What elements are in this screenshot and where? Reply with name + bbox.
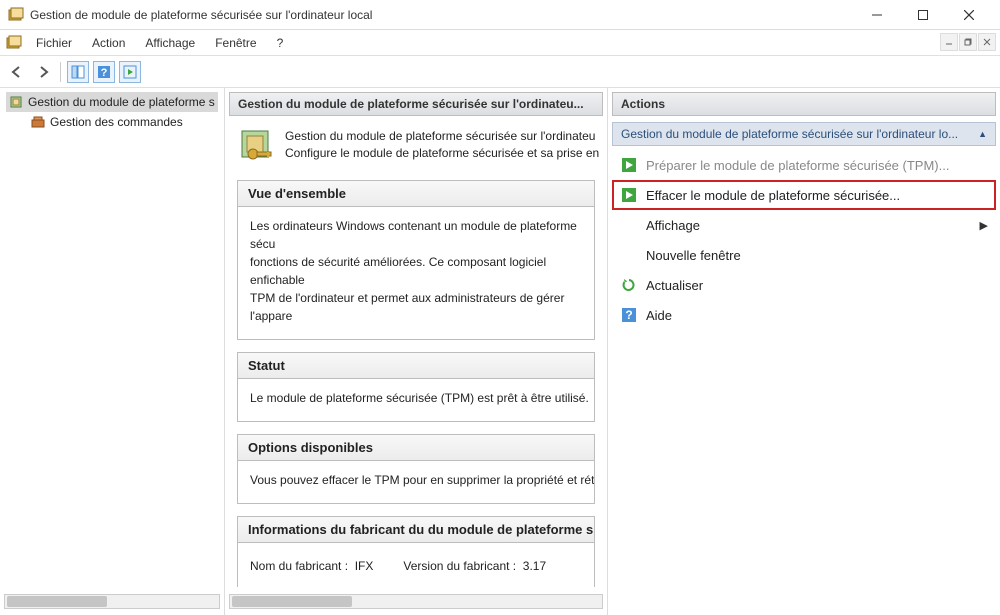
action-pane-button[interactable]: [119, 61, 141, 83]
action-clear-label: Effacer le module de plateforme sécurisé…: [646, 188, 900, 203]
intro-block: Gestion du module de plateforme sécurisé…: [229, 118, 603, 180]
action-newwindow-label: Nouvelle fenêtre: [646, 248, 741, 263]
section-overview-body: Les ordinateurs Windows contenant un mod…: [238, 207, 594, 339]
svg-text:?: ?: [625, 308, 632, 322]
tree-child-command-mgmt[interactable]: Gestion des commandes: [6, 112, 218, 132]
blank-icon: [620, 246, 638, 264]
action-prepare-label: Préparer le module de plateforme sécuris…: [646, 158, 949, 173]
actions-group-label: Gestion du module de plateforme sécurisé…: [621, 127, 958, 141]
vendor-version-label: Version du fabricant :: [403, 559, 516, 573]
help-icon: ?: [620, 306, 638, 324]
back-button[interactable]: [6, 61, 28, 83]
blank-icon: [620, 216, 638, 234]
vendor-name-label: Nom du fabricant :: [250, 559, 348, 573]
tree-root-tpm-management[interactable]: Gestion du module de plateforme s: [6, 92, 218, 112]
collapse-icon: ▲: [978, 129, 987, 139]
action-view-label: Affichage: [646, 218, 700, 233]
detail-pane: Gestion du module de plateforme sécurisé…: [225, 88, 608, 615]
section-status-title: Statut: [238, 353, 594, 379]
action-view-submenu[interactable]: Affichage ▶: [612, 210, 996, 240]
mdi-controls: [940, 33, 996, 51]
toolbox-icon: [30, 114, 46, 130]
mdi-restore-button[interactable]: [959, 33, 977, 51]
action-refresh[interactable]: Actualiser: [612, 270, 996, 300]
app-icon: [8, 7, 24, 23]
refresh-icon: [620, 276, 638, 294]
window-title: Gestion de module de plateforme sécurisé…: [30, 8, 854, 22]
action-refresh-label: Actualiser: [646, 278, 703, 293]
svg-text:?: ?: [101, 67, 108, 79]
menu-view[interactable]: Affichage: [135, 32, 205, 54]
action-help[interactable]: ? Aide: [612, 300, 996, 330]
maximize-button[interactable]: [900, 0, 946, 30]
section-status: Statut Le module de plateforme sécurisée…: [237, 352, 595, 422]
section-overview: Vue d'ensemble Les ordinateurs Windows c…: [237, 180, 595, 340]
main-area: Gestion du module de plateforme s Gestio…: [0, 88, 1000, 615]
center-scrollbar[interactable]: [229, 594, 603, 609]
tree-view[interactable]: Gestion du module de plateforme s Gestio…: [0, 88, 224, 136]
section-vendor-title: Informations du fabricant du du module d…: [238, 517, 594, 543]
toolbar-separator: [60, 62, 61, 82]
tpm-chip-key-icon: [239, 128, 275, 164]
minimize-button[interactable]: [854, 0, 900, 30]
section-overview-title: Vue d'ensemble: [238, 181, 594, 207]
section-options-title: Options disponibles: [238, 435, 594, 461]
detail-header: Gestion du module de plateforme sécurisé…: [229, 92, 603, 116]
menu-window[interactable]: Fenêtre: [205, 32, 266, 54]
action-clear-tpm[interactable]: Effacer le module de plateforme sécurisé…: [612, 180, 996, 210]
console-tree-pane: Gestion du module de plateforme s Gestio…: [0, 88, 225, 615]
menu-action[interactable]: Action: [82, 32, 135, 54]
console-tree-button[interactable]: [67, 61, 89, 83]
menu-help[interactable]: ?: [267, 32, 294, 54]
actions-header: Actions: [612, 92, 996, 116]
chip-icon: [8, 94, 24, 110]
mdi-close-button[interactable]: [978, 33, 996, 51]
tree-root-label: Gestion du module de plateforme s: [28, 95, 215, 109]
intro-line1: Gestion du module de plateforme sécurisé…: [285, 128, 599, 145]
action-prepare-tpm[interactable]: Préparer le module de plateforme sécuris…: [612, 150, 996, 180]
actions-pane: Actions Gestion du module de plateforme …: [608, 88, 1000, 615]
vendor-name-value: IFX: [355, 559, 374, 573]
intro-line2: Configure le module de plateforme sécuri…: [285, 145, 599, 162]
vendor-version-value: 3.17: [523, 559, 546, 573]
forward-button[interactable]: [32, 61, 54, 83]
action-help-label: Aide: [646, 308, 672, 323]
actions-group-header[interactable]: Gestion du module de plateforme sécurisé…: [612, 122, 996, 146]
help-button[interactable]: ?: [93, 61, 115, 83]
section-options-body: Vous pouvez effacer le TPM pour en suppr…: [238, 461, 594, 503]
arrow-right-green-icon: [620, 186, 638, 204]
tree-child-label: Gestion des commandes: [50, 115, 183, 129]
window-controls: [854, 0, 992, 30]
section-status-body: Le module de plateforme sécurisée (TPM) …: [238, 379, 594, 421]
menu-bar: Fichier Action Affichage Fenêtre ?: [0, 30, 1000, 56]
arrow-right-green-icon: [620, 156, 638, 174]
action-new-window[interactable]: Nouvelle fenêtre: [612, 240, 996, 270]
title-bar: Gestion de module de plateforme sécurisé…: [0, 0, 1000, 30]
submenu-arrow-icon: ▶: [980, 219, 988, 232]
left-scrollbar[interactable]: [4, 594, 220, 609]
close-button[interactable]: [946, 0, 992, 30]
mdi-minimize-button[interactable]: [940, 33, 958, 51]
menu-app-icon: [6, 35, 22, 51]
toolbar: ?: [0, 56, 1000, 88]
section-options: Options disponibles Vous pouvez effacer …: [237, 434, 595, 504]
section-vendor: Informations du fabricant du du module d…: [237, 516, 595, 587]
menu-file[interactable]: Fichier: [26, 32, 82, 54]
